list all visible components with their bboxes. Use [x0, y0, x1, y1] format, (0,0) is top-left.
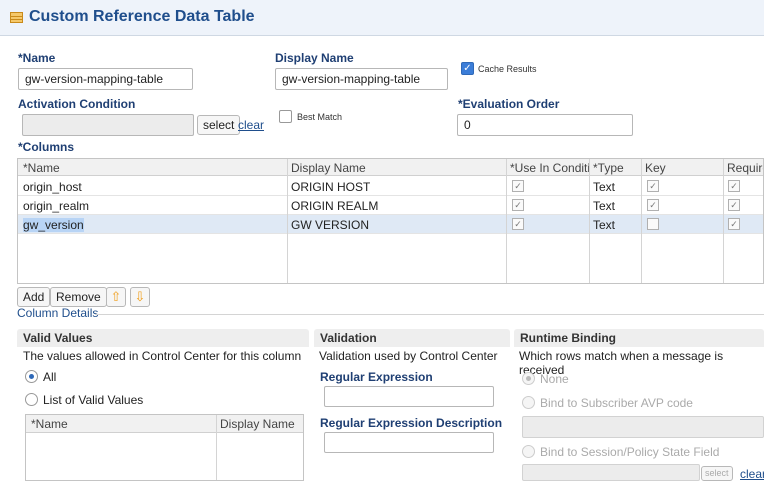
row-display-name: ORIGIN HOST — [291, 180, 371, 194]
use-in-condition-checkbox[interactable]: ✓ — [512, 218, 524, 230]
regex-description-input[interactable] — [324, 432, 494, 453]
column-header-display-name[interactable]: Display Name — [291, 161, 501, 175]
move-up-button[interactable]: ⇧ — [106, 287, 126, 307]
regex-label: Regular Expression — [320, 370, 433, 384]
runtime-select-button[interactable]: select — [701, 466, 733, 481]
name-label: *Name — [18, 51, 56, 65]
required-checkbox[interactable]: ✓ — [728, 218, 740, 230]
regex-input[interactable] — [324, 386, 494, 407]
activation-condition-input — [22, 114, 194, 136]
valid-values-header-name[interactable]: *Name — [31, 417, 68, 431]
row-display-name: ORIGIN REALM — [291, 199, 379, 213]
subscriber-avp-code-input — [522, 416, 764, 438]
column-header-use-in-condition[interactable]: *Use In Conditic — [510, 161, 590, 175]
table-row-selected[interactable]: gw_version GW VERSION ✓ Text ✓ — [18, 215, 763, 234]
required-checkbox[interactable]: ✓ — [728, 180, 740, 192]
bind-session-policy-label: Bind to Session/Policy State Field — [540, 445, 720, 459]
display-name-label: Display Name — [275, 51, 354, 65]
column-divider — [506, 159, 507, 283]
use-in-condition-checkbox[interactable]: ✓ — [512, 199, 524, 211]
list-of-valid-values-radio[interactable] — [25, 393, 38, 406]
list-of-valid-values-label: List of Valid Values — [43, 393, 144, 407]
column-divider — [216, 415, 217, 480]
columns-label: *Columns — [18, 140, 75, 154]
column-header-type[interactable]: *Type — [593, 161, 641, 175]
valid-values-header: Valid Values — [17, 329, 309, 347]
activation-select-button[interactable]: select — [197, 115, 241, 135]
row-type: Text — [593, 180, 616, 194]
column-divider — [723, 159, 724, 283]
bind-session-policy-radio[interactable] — [522, 445, 535, 458]
use-in-condition-checkbox[interactable]: ✓ — [512, 180, 524, 192]
activation-condition-label: Activation Condition — [18, 97, 136, 111]
column-header-key[interactable]: Key — [645, 161, 721, 175]
all-radio[interactable] — [25, 370, 38, 383]
table-icon — [10, 12, 23, 23]
session-policy-field-input — [522, 464, 700, 481]
check-icon: ✓ — [463, 63, 472, 74]
row-name: origin_host — [23, 180, 82, 194]
activation-clear-link[interactable]: clear — [238, 118, 264, 132]
table-row[interactable]: origin_realm ORIGIN REALM ✓ Text ✓ ✓ — [18, 196, 763, 215]
evaluation-order-input[interactable]: 0 — [457, 114, 633, 136]
best-match-checkbox[interactable] — [279, 110, 292, 123]
valid-values-description: The values allowed in Control Center for… — [23, 349, 302, 363]
row-type: Text — [593, 218, 616, 232]
arrow-down-icon: ⇩ — [134, 289, 146, 304]
column-divider — [287, 159, 288, 283]
page-title: Custom Reference Data Table — [29, 8, 255, 25]
evaluation-order-label: *Evaluation Order — [458, 97, 560, 111]
key-checkbox[interactable] — [647, 218, 659, 230]
none-radio[interactable] — [522, 372, 535, 385]
runtime-binding-header: Runtime Binding — [514, 329, 764, 347]
column-divider — [589, 159, 590, 283]
name-input[interactable]: gw-version-mapping-table — [18, 68, 193, 90]
row-name: gw_version — [23, 218, 84, 232]
bind-subscriber-avp-radio[interactable] — [522, 396, 535, 409]
table-row[interactable]: origin_host ORIGIN HOST ✓ Text ✓ ✓ — [18, 177, 763, 196]
move-down-button[interactable]: ⇩ — [130, 287, 150, 307]
column-divider — [641, 159, 642, 283]
cache-results-checkbox[interactable]: ✓ — [461, 62, 474, 75]
row-name: origin_realm — [23, 199, 90, 213]
columns-grid: *Name Display Name *Use In Conditic *Typ… — [17, 158, 764, 284]
remove-button[interactable]: Remove — [50, 287, 107, 307]
display-name-input[interactable]: gw-version-mapping-table — [275, 68, 448, 90]
key-checkbox[interactable]: ✓ — [647, 180, 659, 192]
column-header-required[interactable]: Required — [727, 161, 763, 175]
required-checkbox[interactable]: ✓ — [728, 199, 740, 211]
key-checkbox[interactable]: ✓ — [647, 199, 659, 211]
best-match-label: Best Match — [297, 112, 343, 122]
columns-grid-header: *Name Display Name *Use In Conditic *Typ… — [18, 159, 763, 176]
validation-header: Validation — [314, 329, 510, 347]
column-header-name[interactable]: *Name — [23, 161, 283, 175]
arrow-up-icon: ⇧ — [110, 289, 122, 304]
section-divider — [95, 314, 764, 315]
column-details-title: Column Details — [17, 306, 99, 320]
regex-description-label: Regular Expression Description — [320, 416, 503, 430]
runtime-clear-link[interactable]: clear — [740, 467, 764, 481]
row-type: Text — [593, 199, 616, 213]
cache-results-label: Cache Results — [478, 64, 537, 74]
none-radio-label: None — [540, 372, 569, 386]
add-button[interactable]: Add — [17, 287, 51, 307]
bind-subscriber-avp-label: Bind to Subscriber AVP code — [540, 396, 693, 410]
valid-values-header-display-name[interactable]: Display Name — [220, 417, 295, 431]
row-display-name: GW VERSION — [291, 218, 370, 232]
valid-values-table: *Name Display Name — [25, 414, 304, 481]
all-radio-label: All — [43, 370, 57, 384]
validation-description: Validation used by Control Center — [319, 349, 498, 363]
